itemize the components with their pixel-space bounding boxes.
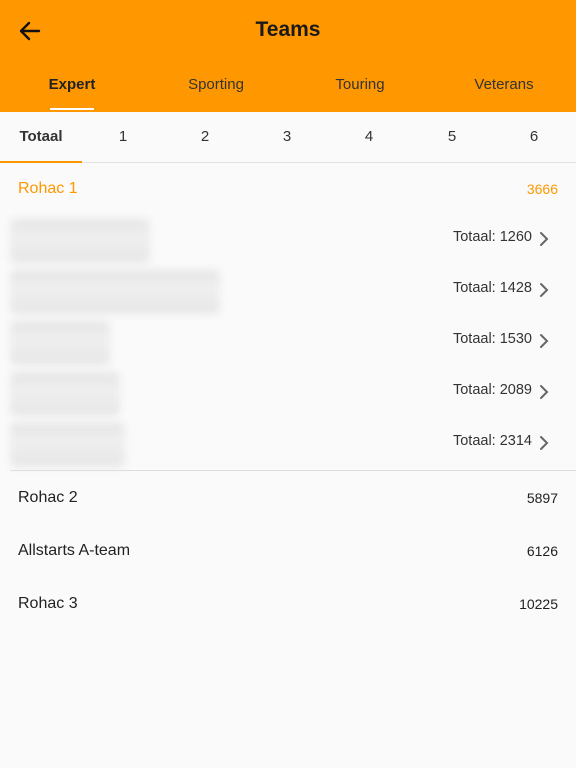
redacted-member-name	[10, 270, 220, 314]
page-title: Teams	[255, 18, 321, 41]
team-row[interactable]: Rohac 2 5897	[0, 489, 576, 511]
member-total: Totaal: 1428	[452, 280, 532, 296]
team-score: 10225	[519, 596, 558, 612]
tab-label: Touring	[335, 76, 385, 93]
team-score: 6126	[526, 543, 558, 559]
tab-round-5[interactable]: 5	[411, 112, 493, 162]
chevron-right-icon	[540, 385, 549, 399]
tab-label: 2	[200, 128, 210, 145]
redacted-member-name	[10, 423, 125, 467]
category-tabs: Expert Sporting Touring Veterans	[0, 66, 576, 112]
chevron-right-icon	[540, 283, 549, 297]
member-total: Totaal: 1530	[452, 331, 532, 347]
chevron-right-icon	[540, 232, 549, 246]
tab-veterans[interactable]: Veterans	[432, 66, 576, 112]
chevron-right-icon	[540, 334, 549, 348]
tab-indicator	[50, 108, 94, 110]
team-name: Rohac 1	[18, 180, 78, 197]
tab-label: Totaal	[19, 128, 63, 145]
member-row[interactable]: Totaal: 2089	[0, 370, 576, 416]
team-row[interactable]: Rohac 3 10225	[0, 595, 576, 617]
tab-round-3[interactable]: 3	[246, 112, 328, 162]
team-name: Rohac 3	[18, 595, 78, 612]
divider	[10, 470, 576, 471]
tab-round-4[interactable]: 4	[328, 112, 410, 162]
redacted-member-name	[10, 219, 150, 263]
team-score: 3666	[526, 181, 558, 197]
member-row[interactable]: Totaal: 1260	[0, 217, 576, 263]
team-name: Rohac 2	[18, 489, 78, 506]
tab-label: 3	[282, 128, 292, 145]
tab-label: 4	[364, 128, 374, 145]
tab-round-2[interactable]: 2	[164, 112, 246, 162]
redacted-member-name	[10, 321, 110, 365]
tab-label: 6	[529, 128, 539, 145]
team-score: 5897	[526, 490, 558, 506]
tab-round-1[interactable]: 1	[82, 112, 164, 162]
tab-label: 5	[447, 128, 457, 145]
tab-label: Expert	[48, 76, 96, 93]
tab-label: 1	[118, 128, 128, 145]
member-total: Totaal: 2314	[452, 433, 532, 449]
tab-indicator	[0, 161, 82, 163]
redacted-member-name	[10, 372, 120, 416]
app-bar: Teams Expert Sporting Touring Veterans	[0, 0, 576, 112]
tab-label: Sporting	[188, 76, 244, 93]
member-row[interactable]: Totaal: 1428	[0, 268, 576, 314]
tab-sporting[interactable]: Sporting	[144, 66, 288, 112]
member-total: Totaal: 2089	[452, 382, 532, 398]
tab-round-6[interactable]: 6	[493, 112, 575, 162]
member-total: Totaal: 1260	[452, 229, 532, 245]
tab-expert[interactable]: Expert	[0, 66, 144, 112]
team-row-expanded[interactable]: Rohac 1 3666	[0, 180, 576, 202]
tab-label: Veterans	[474, 76, 534, 93]
member-row[interactable]: Totaal: 2314	[0, 421, 576, 467]
tab-touring[interactable]: Touring	[288, 66, 432, 112]
tab-totaal[interactable]: Totaal	[0, 112, 82, 163]
team-row[interactable]: Allstarts A-team 6126	[0, 542, 576, 564]
chevron-right-icon	[540, 436, 549, 450]
team-name: Allstarts A-team	[18, 542, 131, 559]
member-row[interactable]: Totaal: 1530	[0, 319, 576, 365]
round-tabs: Totaal 1 2 3 4 5 6	[0, 112, 576, 163]
